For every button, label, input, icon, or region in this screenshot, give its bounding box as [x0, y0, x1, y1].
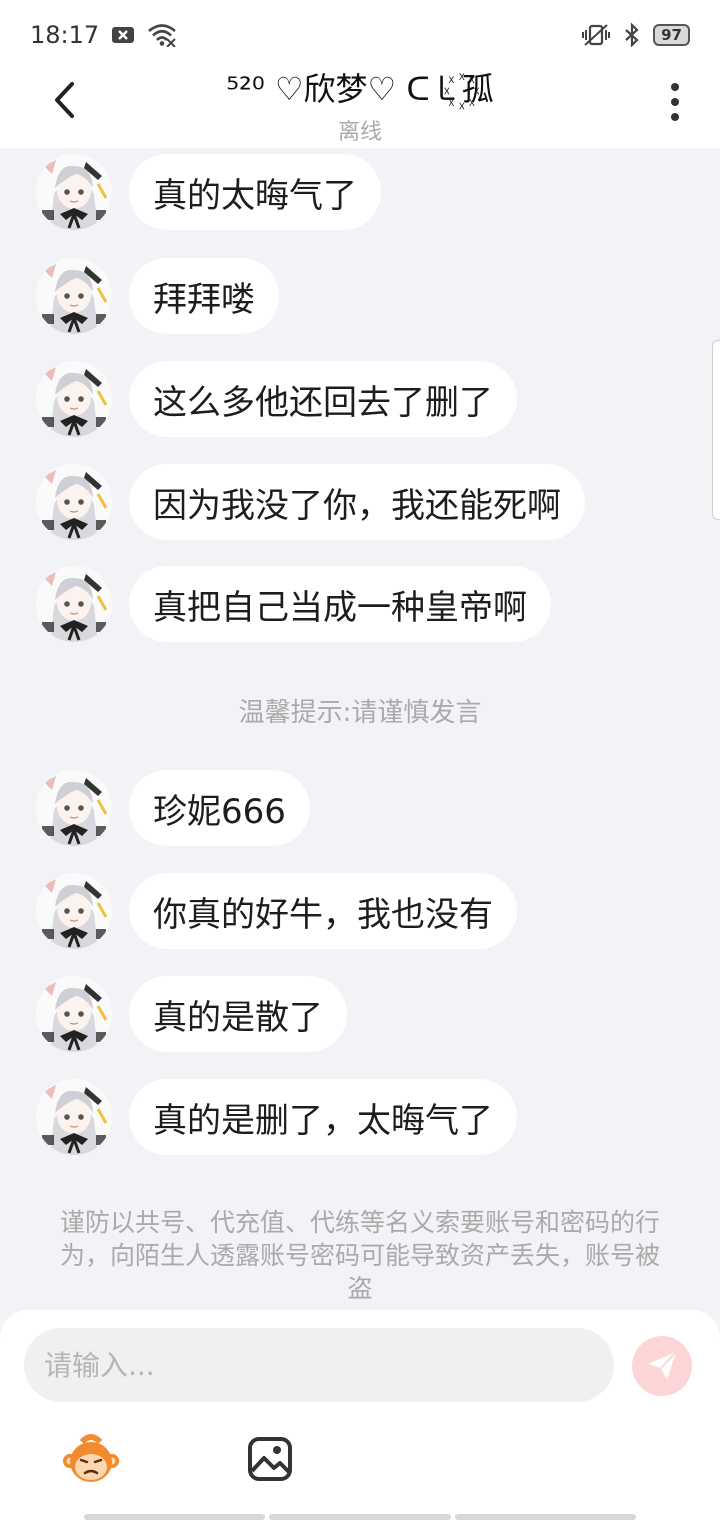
- battery-level: 97: [661, 26, 682, 44]
- more-options-button[interactable]: [660, 78, 690, 126]
- composer-panel: [0, 1310, 720, 1520]
- safety-tip: 温馨提示:请谨慎发言: [238, 698, 482, 728]
- message-bubble[interactable]: 珍妮666: [129, 770, 310, 846]
- message-list[interactable]: 真的太晦气了 拜拜喽 这么多他还回去了删了 因为我没了你，我还能死啊 真把自己当…: [0, 148, 720, 1310]
- status-right: 97: [581, 23, 690, 47]
- message-item: 真的是删了，太晦气了: [36, 1079, 517, 1155]
- message-bubble[interactable]: 真把自己当成一种皇帝啊: [129, 566, 551, 642]
- send-icon: [648, 1351, 677, 1380]
- avatar[interactable]: [36, 1079, 112, 1155]
- more-dot: [671, 98, 679, 106]
- message-bubble[interactable]: 拜拜喽: [129, 258, 279, 334]
- back-button[interactable]: [40, 76, 88, 124]
- emoji-button[interactable]: [62, 1434, 120, 1488]
- message-item: 因为我没了你，我还能死啊: [36, 464, 585, 540]
- more-vertical-icon: [671, 83, 679, 91]
- nav-segment: [454, 1514, 636, 1520]
- scroll-handle[interactable]: [712, 340, 720, 520]
- message-item: 拜拜喽: [36, 258, 279, 334]
- message-item: 你真的好牛，我也没有: [36, 873, 517, 949]
- chat-title-block: ⁵²⁰ ♡欣梦♡ ᑕ㇄꙰孤 离线: [140, 64, 580, 146]
- message-item: 这么多他还回去了删了: [36, 361, 517, 437]
- notification-x-icon: [112, 27, 135, 43]
- image-button[interactable]: [247, 1436, 293, 1482]
- bluetooth-icon: [625, 23, 639, 47]
- nav-segment: [269, 1514, 451, 1520]
- system-nav-bar: [84, 1514, 636, 1520]
- nav-segment: [84, 1514, 266, 1520]
- message-bubble[interactable]: 真的太晦气了: [129, 154, 381, 230]
- security-warning: 谨防以共号、代充值、代练等名义索要账号和密码的行为，向陌生人透露账号密码可能导致…: [60, 1208, 661, 1303]
- avatar[interactable]: [36, 258, 112, 334]
- avatar[interactable]: [36, 976, 112, 1052]
- message-bubble[interactable]: 真的是散了: [129, 976, 347, 1052]
- more-dot: [671, 113, 679, 121]
- chevron-left-icon: [55, 82, 74, 118]
- chat-header: ⁵²⁰ ♡欣梦♡ ᑕ㇄꙰孤 离线: [0, 56, 720, 148]
- message-bubble[interactable]: 真的是删了，太晦气了: [129, 1079, 517, 1155]
- vibrate-icon: [582, 24, 611, 46]
- avatar[interactable]: [36, 566, 112, 642]
- message-item: 珍妮666: [36, 770, 310, 846]
- status-time: 18:17: [30, 21, 100, 49]
- avatar[interactable]: [36, 361, 112, 437]
- message-input[interactable]: [24, 1328, 614, 1402]
- message-item: 真的是散了: [36, 976, 347, 1052]
- avatar[interactable]: [36, 770, 112, 846]
- message-bubble[interactable]: 你真的好牛，我也没有: [129, 873, 517, 949]
- send-button[interactable]: [632, 1336, 692, 1396]
- message-bubble[interactable]: 因为我没了你，我还能死啊: [129, 464, 585, 540]
- status-left: 18:17: [30, 21, 177, 49]
- avatar[interactable]: [36, 154, 112, 230]
- wifi-icon: [148, 24, 177, 47]
- battery-icon: 97: [653, 24, 690, 46]
- image-icon: [248, 1437, 292, 1481]
- message-item: 真把自己当成一种皇帝啊: [36, 566, 551, 642]
- message-item: 真的太晦气了: [36, 154, 381, 230]
- avatar[interactable]: [36, 464, 112, 540]
- chat-title: ⁵²⁰ ♡欣梦♡ ᑕ㇄꙰孤: [226, 70, 494, 108]
- online-status: 离线: [337, 120, 382, 145]
- avatar[interactable]: [36, 873, 112, 949]
- message-bubble[interactable]: 这么多他还回去了删了: [129, 361, 517, 437]
- monkey-emoji-icon: [63, 1434, 119, 1482]
